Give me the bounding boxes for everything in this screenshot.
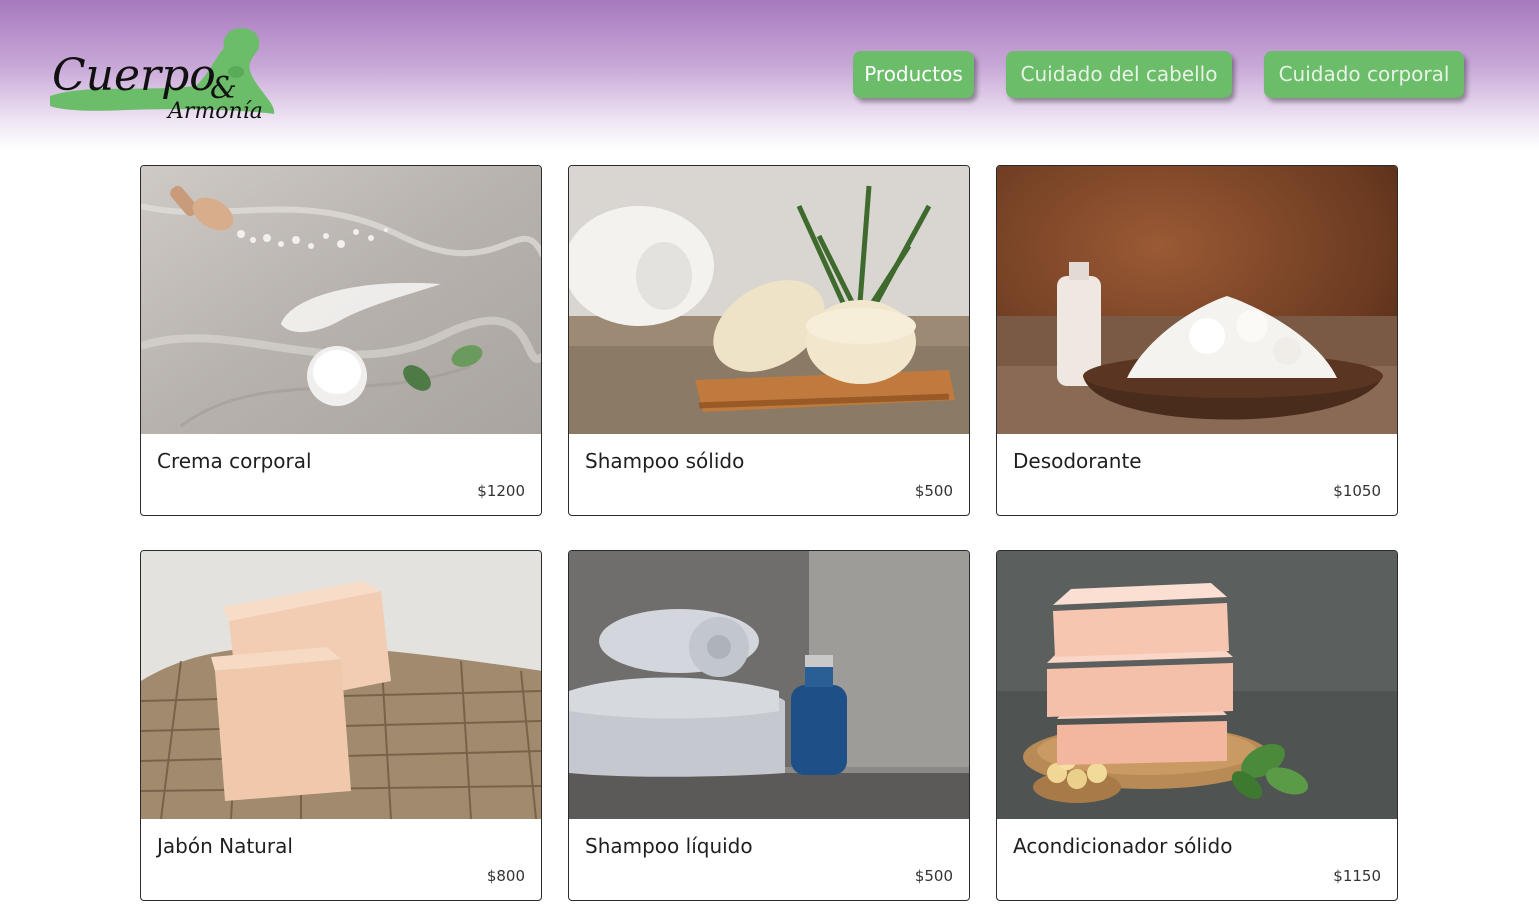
product-name: Shampoo líquido (585, 834, 753, 858)
product-card[interactable]: Acondicionador sólido $1150 (996, 550, 1398, 901)
product-card[interactable]: Desodorante $1050 (996, 165, 1398, 516)
product-price: $500 (914, 867, 953, 885)
product-price: $500 (914, 482, 953, 500)
brand-logo-image: Cuerpo & Armonía (50, 28, 275, 124)
nav-productos-button[interactable]: Productos (853, 51, 974, 98)
product-price: $1050 (1333, 482, 1381, 500)
nav-cuidado-corporal-button[interactable]: Cuidado corporal (1264, 51, 1464, 98)
liquid-shampoo-photo (569, 551, 969, 819)
product-card[interactable]: Crema corporal $1200 (140, 165, 542, 516)
product-card[interactable]: Shampoo líquido $500 (568, 550, 970, 901)
product-name: Acondicionador sólido (1013, 834, 1233, 858)
solid-shampoo-photo (569, 166, 969, 434)
product-price: $1200 (477, 482, 525, 500)
nav-cuidado-cabello-button[interactable]: Cuidado del cabello (1006, 51, 1232, 98)
natural-soap-photo (141, 551, 541, 819)
body-cream-photo (141, 166, 541, 434)
product-name: Crema corporal (157, 449, 312, 473)
product-card[interactable]: Jabón Natural $800 (140, 550, 542, 901)
product-name: Desodorante (1013, 449, 1142, 473)
product-price: $800 (486, 867, 525, 885)
product-price: $1150 (1333, 867, 1381, 885)
svg-text:Armonía: Armonía (166, 99, 263, 124)
solid-conditioner-photo (997, 551, 1397, 819)
product-card[interactable]: Shampoo sólido $500 (568, 165, 970, 516)
site-header: Cuerpo & Armonía Productos Cuidado del c… (0, 0, 1539, 150)
deodorant-photo (997, 166, 1397, 434)
brand-logo[interactable]: Cuerpo & Armonía (46, 26, 281, 126)
svg-text:Cuerpo: Cuerpo (52, 50, 216, 101)
product-name: Jabón Natural (157, 834, 293, 858)
product-name: Shampoo sólido (585, 449, 745, 473)
